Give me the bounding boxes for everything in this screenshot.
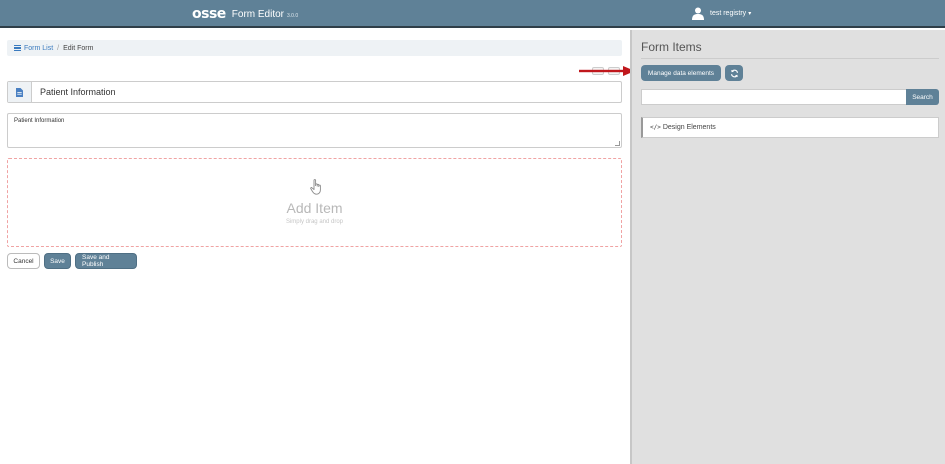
form-title-group: Patient Information [7,81,622,103]
breadcrumb-separator: / [57,44,60,52]
search-button[interactable]: Search [906,89,939,105]
user-icon [692,7,704,20]
manage-data-elements-button[interactable]: Manage data elements [641,65,721,81]
design-elements-accordion[interactable]: </> Design Elements [641,117,939,138]
resize-grip-icon[interactable] [615,141,620,146]
breadcrumb-form-list[interactable]: Form List [14,45,53,52]
top-navbar: osse Form Editor 3.0.0 test registry ▾ [0,0,945,28]
breadcrumb-current: Edit Form [63,44,94,52]
breadcrumb: Form List / Edit Form [7,40,622,56]
form-title-input[interactable]: Patient Information [32,82,116,102]
design-elements-label: Design Elements [662,124,716,131]
form-description-value: Patient Information [14,118,65,124]
form-actions: Cancel Save Save and Publish [7,253,137,269]
add-item-subtitle: Simply drag and drop [285,219,344,225]
form-title-addon [8,82,32,102]
form-editor-main: Form List / Edit Form Patient Informatio… [0,30,630,464]
app-brand[interactable]: osse Form Editor 3.0.0 [192,6,298,22]
add-item-dropzone[interactable]: Add Item Simply drag and drop [7,158,622,247]
save-button[interactable]: Save [44,253,71,269]
refresh-button[interactable] [725,65,743,81]
panel-title: Form Items [641,40,702,54]
annotation-arrow-icon [579,66,635,76]
refresh-icon [730,69,738,77]
add-item-title: Add Item [286,200,343,216]
search-input[interactable] [641,89,907,105]
user-name: test registry [710,10,747,17]
document-icon [16,87,23,97]
panel-divider [641,58,939,59]
form-items-panel: Form Items Manage data elements Search <… [630,30,945,464]
breadcrumb-form-list-label: Form List [24,44,54,52]
code-icon: </> [650,124,661,131]
chevron-down-icon: ▾ [748,11,752,17]
list-icon [14,45,21,51]
app-title: Form Editor [231,8,285,20]
pointer-hand-icon [310,179,321,195]
cancel-button[interactable]: Cancel [7,253,40,269]
app-version: 3.0.0 [287,13,299,19]
save-and-publish-button[interactable]: Save and Publish [75,253,137,269]
form-description-textarea[interactable]: Patient Information [7,113,622,148]
osse-logo: osse [192,6,226,22]
user-menu[interactable]: test registry ▾ [692,7,751,20]
